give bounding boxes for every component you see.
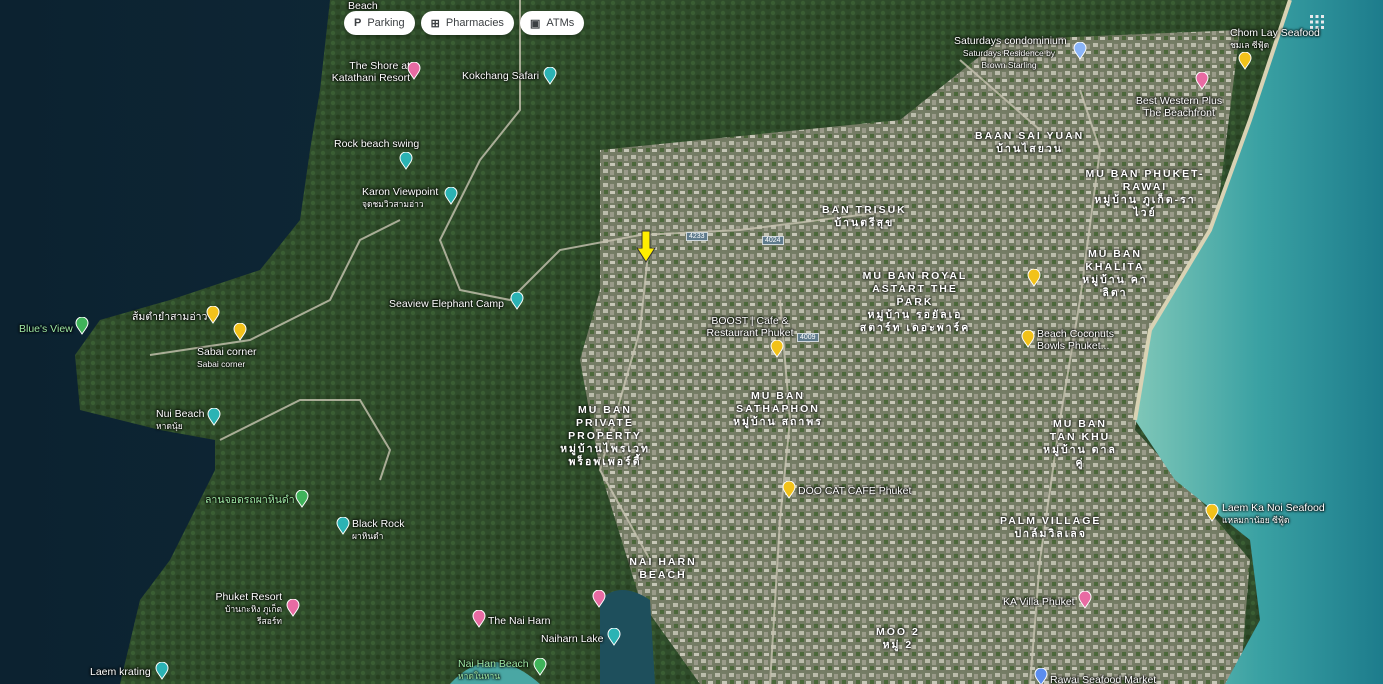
poi-somtam[interactable]: ส้มตำยำสามอ่าว (132, 311, 207, 323)
restaurant-pin-icon[interactable] (770, 340, 784, 358)
area-label: MU BAN PHUKET-RAWAI หมู่บ้าน ภูเก็ต-ราไวย… (1085, 168, 1205, 219)
attraction-pin-icon[interactable] (155, 662, 169, 680)
poi-sabai-corner[interactable]: Sabai corner Sabai corner (197, 346, 257, 370)
poi-blues-view[interactable]: Blue's View (19, 323, 73, 335)
attraction-pin-icon[interactable] (607, 628, 621, 646)
poi-doo-cat-cafe[interactable]: DOO CAT CAFE Phuket (798, 485, 911, 497)
poi-nai-han-beach[interactable]: Nai Han Beach หาดในหาน (458, 658, 529, 682)
poi-saturdays-condominium[interactable]: Saturdays condominium Saturdays Residence… (954, 35, 1067, 71)
area-label: MU BAN SATHAPHON หมู่บ้าน สถาพร (733, 390, 823, 428)
poi-naiharn-lake[interactable]: Naiharn Lake (541, 633, 603, 645)
road-shield: 4009 (797, 333, 819, 342)
hotel-pin-icon[interactable] (407, 62, 421, 80)
poi-chom-lay-seafood[interactable]: Chom Lay Seafood ชมเล ซีฟู้ด (1230, 27, 1320, 51)
attraction-pin-icon[interactable] (543, 67, 557, 85)
location-arrow-icon (636, 230, 656, 263)
poi-shore-katathani[interactable]: The Shore at Katathani Resort (315, 60, 410, 84)
restaurant-pin-icon[interactable] (233, 323, 247, 341)
poi-ka-villa[interactable]: KA Villa Phuket (1003, 596, 1075, 608)
attraction-pin-icon[interactable] (336, 517, 350, 535)
market-pin-icon[interactable] (1034, 668, 1048, 684)
area-label: PALM VILLAGE ปาล์มวิลเลจ (1000, 515, 1102, 540)
pharmacy-icon: ⊞ (430, 17, 440, 30)
area-label: MU BAN ROYAL ASTART THE PARK หมู่บ้าน รอย… (859, 270, 971, 334)
restaurant-pin-icon[interactable] (1027, 269, 1041, 287)
hotel-pin-icon[interactable] (472, 610, 486, 628)
park-pin-icon[interactable] (295, 490, 309, 508)
poi-black-rock[interactable]: Black Rock ผาหินดำ (352, 518, 405, 542)
atms-filter-chip[interactable]: ▣ ATMs (519, 11, 585, 35)
filter-chip-bar: P Parking ⊞ Pharmacies ▣ ATMs (344, 11, 585, 35)
poi-kokchang-safari[interactable]: Kokchang Safari (462, 70, 539, 82)
area-label: MOO 2 หมู่ 2 (876, 626, 920, 651)
poi-rock-beach-swing[interactable]: Rock beach swing (334, 138, 419, 150)
atm-icon: ▣ (529, 17, 541, 30)
poi-boost-cafe[interactable]: BOOST | Cafe & Restaurant Phuket (705, 315, 795, 339)
attraction-pin-icon[interactable] (444, 187, 458, 205)
hotel-pin-icon[interactable] (1195, 72, 1209, 90)
area-label: MU BAN TAN KHU หมู่บ้าน ตาลคู่ (1043, 418, 1117, 469)
hotel-pin-icon[interactable] (286, 599, 300, 617)
hotel-pin-icon[interactable] (592, 590, 606, 608)
chip-label: ATMs (546, 17, 575, 29)
poi-beach-coconuts[interactable]: Beach Coconuts Bowls Phuket... (1037, 328, 1132, 352)
park-pin-icon[interactable] (533, 658, 547, 676)
area-label: MU BAN KHALITA หมู่บ้าน คาลิตา (1082, 248, 1148, 299)
pharmacies-filter-chip[interactable]: ⊞ Pharmacies (420, 11, 514, 35)
area-label: BAN TRISUK บ้านตรีสุข (822, 204, 907, 229)
attraction-pin-icon[interactable] (207, 408, 221, 426)
road-shield: 4024 (762, 236, 784, 245)
hotel-pin-icon[interactable] (1078, 591, 1092, 609)
restaurant-pin-icon[interactable] (1205, 504, 1219, 522)
area-label: BAAN SAI YUAN บ้านไสยวน (975, 130, 1085, 155)
poi-laem-krating[interactable]: Laem krating (90, 666, 151, 678)
poi-rawai-seafood-market[interactable]: Rawai Seafood Market (1050, 674, 1156, 684)
poi-lan-parking[interactable]: ลานจอดรถผาหินดำ (205, 494, 295, 506)
poi-phuket-resort[interactable]: Phuket Resort บ้านกะหิง ภูเก็ตรีสอร์ท (212, 591, 282, 627)
poi-laem-ka-noi[interactable]: Laem Ka Noi Seafood แหลมกาน้อย ซีฟู้ด (1222, 502, 1325, 526)
area-label: NAI HARN BEACH (629, 556, 697, 581)
poi-seaview-elephant-camp[interactable]: Seaview Elephant Camp (389, 298, 504, 310)
chip-label: Pharmacies (445, 17, 504, 29)
poi-beach[interactable]: Beach (348, 0, 378, 12)
area-label: MU BAN PRIVATE PROPERTY หมู่บ้านไพรเวท พร… (560, 404, 650, 468)
chip-label: Parking (367, 17, 405, 29)
park-pin-icon[interactable] (75, 317, 89, 335)
attraction-pin-icon[interactable] (510, 292, 524, 310)
residence-pin-icon[interactable] (1073, 42, 1087, 60)
restaurant-pin-icon[interactable] (782, 481, 796, 499)
parking-filter-chip[interactable]: P Parking (344, 11, 415, 35)
road-shield: 4233 (686, 232, 708, 241)
restaurant-pin-icon[interactable] (206, 306, 220, 324)
poi-the-nai-harn[interactable]: The Nai Harn (488, 615, 550, 627)
poi-karon-viewpoint[interactable]: Karon Viewpoint จุดชมวิวสามอ่าว (362, 186, 438, 210)
attraction-pin-icon[interactable] (399, 152, 413, 170)
parking-icon: P (354, 17, 362, 29)
restaurant-pin-icon[interactable] (1021, 330, 1035, 348)
restaurant-pin-icon[interactable] (1238, 52, 1252, 70)
poi-nui-beach[interactable]: Nui Beach หาดนุ้ย (156, 408, 204, 432)
satellite-map[interactable]: P Parking ⊞ Pharmacies ▣ ATMs BAAN SAI Y… (0, 0, 1383, 684)
poi-best-western[interactable]: Best Western Plus The Beachfront (1131, 95, 1227, 119)
